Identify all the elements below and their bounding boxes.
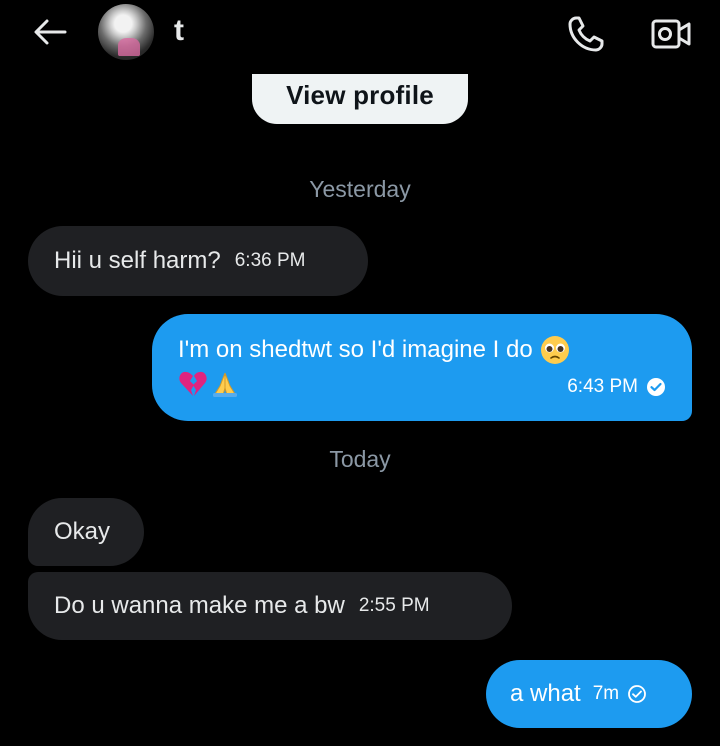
phone-icon xyxy=(566,16,608,58)
conversation-header: t xyxy=(0,0,720,70)
message-bubble[interactable]: I'm on shedtwt so I'd imagine I do 6:43 … xyxy=(152,314,692,421)
sent-check-icon xyxy=(627,684,647,704)
message-time: 6:43 PM xyxy=(567,376,638,397)
video-call-button[interactable] xyxy=(650,14,692,54)
message-bubble[interactable]: Hii u self harm? 6:36 PM xyxy=(28,226,368,296)
message-text: Do u wanna make me a bw xyxy=(54,592,345,619)
view-profile-button[interactable]: View profile xyxy=(252,74,468,124)
message-bubble[interactable]: a what 7m xyxy=(486,660,692,728)
message-text: Okay xyxy=(54,518,111,545)
message-text: Hii u self harm? xyxy=(54,247,221,274)
message-time: 7m xyxy=(592,683,620,704)
message-time: 2:55 PM xyxy=(358,595,430,616)
pleading-face-icon xyxy=(539,334,571,366)
avatar[interactable] xyxy=(98,4,154,60)
broken-heart-icon xyxy=(178,370,208,405)
video-camera-icon xyxy=(650,19,692,58)
message-text: a what xyxy=(510,680,581,707)
folded-hands-icon xyxy=(210,370,240,405)
back-button[interactable] xyxy=(30,16,70,52)
contact-name[interactable]: t xyxy=(174,14,184,48)
date-separator: Today xyxy=(329,446,391,472)
call-button[interactable] xyxy=(566,14,608,54)
message-time: 6:36 PM xyxy=(234,250,306,271)
message-bubble[interactable]: Okay xyxy=(28,498,144,566)
back-arrow-icon xyxy=(33,18,67,51)
view-profile-label: View profile xyxy=(286,80,434,110)
date-separator: Yesterday xyxy=(309,176,411,202)
message-bubble[interactable]: Do u wanna make me a bw 2:55 PM xyxy=(28,572,512,640)
message-text: I'm on shedtwt so I'd imagine I do xyxy=(178,336,533,363)
read-check-icon xyxy=(646,377,666,397)
